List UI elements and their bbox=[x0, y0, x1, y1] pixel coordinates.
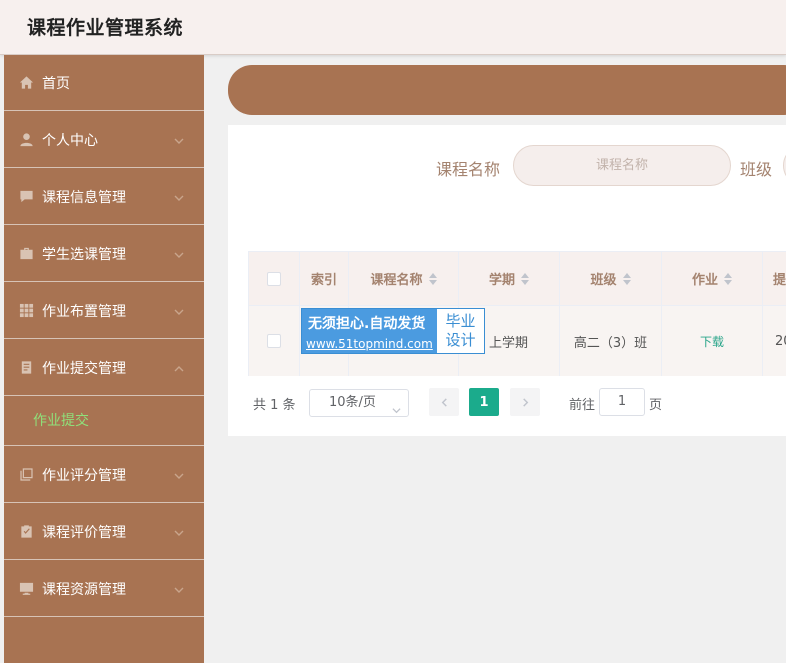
sidebar-item-label: 作业布置管理 bbox=[42, 303, 126, 320]
chevron-down-icon bbox=[174, 134, 184, 144]
header-select-cell bbox=[249, 252, 300, 305]
header-class[interactable]: 班级 bbox=[560, 252, 662, 305]
chevron-right-icon bbox=[522, 397, 528, 407]
top-header: 课程作业管理系统 bbox=[0, 0, 786, 55]
chevron-down-icon bbox=[174, 305, 184, 315]
course-name-input[interactable]: 课程名称 bbox=[513, 145, 731, 186]
chevron-left-icon bbox=[441, 397, 447, 407]
sidebar-item-label: 作业评分管理 bbox=[42, 467, 126, 484]
watermark-url: www.51topmind.com bbox=[306, 337, 433, 351]
course-name-label: 课程名称 bbox=[436, 160, 501, 179]
system-title: 课程作业管理系统 bbox=[27, 17, 184, 39]
sidebar-item-label: 作业提交管理 bbox=[42, 360, 126, 377]
prev-page-button[interactable] bbox=[429, 388, 459, 416]
chevron-down-icon bbox=[174, 248, 184, 258]
briefcase-icon bbox=[18, 246, 34, 262]
header-submit-time: 提 bbox=[773, 273, 786, 288]
chevron-down-icon bbox=[174, 583, 184, 593]
next-page-button[interactable] bbox=[510, 388, 540, 416]
chat-icon bbox=[18, 189, 34, 205]
sidebar-item-label: 课程资源管理 bbox=[42, 581, 126, 598]
sidebar: 首页 个人中心 课程信息管理 学生选课管理 作业布置管理 作业提交管理 作业提交 bbox=[4, 55, 204, 663]
sidebar-item-home[interactable]: 首页 bbox=[4, 55, 204, 111]
sidebar-item-label: 个人中心 bbox=[42, 132, 98, 149]
chevron-down-icon bbox=[392, 399, 401, 414]
copy-icon bbox=[18, 467, 34, 483]
sort-icon[interactable] bbox=[724, 272, 732, 286]
header-homework[interactable]: 作业 bbox=[662, 252, 763, 305]
sidebar-item-course-info[interactable]: 课程信息管理 bbox=[4, 169, 204, 225]
row-checkbox[interactable] bbox=[267, 334, 281, 348]
document-icon bbox=[18, 360, 34, 376]
goto-page-input[interactable]: 1 bbox=[599, 388, 645, 416]
row-class: 高二（3）班 bbox=[560, 306, 662, 376]
sort-icon[interactable] bbox=[622, 272, 631, 286]
page-size-select[interactable]: 10条/页 bbox=[309, 389, 409, 417]
goto-label: 前往 bbox=[569, 398, 596, 413]
select-all-checkbox[interactable] bbox=[267, 271, 281, 286]
page-suffix-label: 页 bbox=[649, 398, 663, 413]
sidebar-item-label: 学生选课管理 bbox=[42, 246, 126, 263]
sort-icon[interactable] bbox=[428, 272, 437, 286]
chevron-down-icon bbox=[174, 526, 184, 536]
header-course-name[interactable]: 课程名称 bbox=[349, 252, 459, 305]
page-number-current[interactable]: 1 bbox=[469, 388, 499, 416]
class-label: 班级 bbox=[740, 160, 773, 179]
sidebar-item-homework-assign[interactable]: 作业布置管理 bbox=[4, 283, 204, 339]
chevron-down-icon bbox=[174, 191, 184, 201]
chevron-down-icon bbox=[174, 469, 184, 479]
row-homework: 下载 bbox=[662, 306, 763, 376]
sidebar-item-label: 首页 bbox=[42, 75, 70, 92]
clipboard-icon bbox=[18, 524, 34, 540]
row-submit-time: 20 bbox=[775, 333, 786, 349]
chevron-up-icon bbox=[174, 362, 184, 372]
sidebar-item-course-resources[interactable]: 课程资源管理 bbox=[4, 561, 204, 617]
sidebar-item-label: 课程信息管理 bbox=[42, 189, 126, 206]
watermark-banner: 无须担心.自动发货 www.51topmind.com 毕业 设计 bbox=[301, 308, 485, 354]
table-header: 索引 课程名称 学期 班级 作业 提 bbox=[249, 252, 786, 306]
sidebar-item-course-selection[interactable]: 学生选课管理 bbox=[4, 226, 204, 282]
monitor-icon bbox=[18, 581, 34, 597]
submenu-item-homework-submit[interactable]: 作业提交 bbox=[4, 394, 204, 446]
app-root: 课程作业管理系统 首页 个人中心 课程信息管理 学生选课管理 作业布置管理 作业… bbox=[0, 0, 786, 663]
pagination-total: 共 1 条 bbox=[253, 398, 296, 413]
home-icon bbox=[18, 75, 34, 91]
top-banner bbox=[228, 65, 786, 115]
row-select-cell bbox=[249, 306, 300, 376]
download-link[interactable]: 下载 bbox=[700, 333, 724, 350]
sidebar-item-homework-grading[interactable]: 作业评分管理 bbox=[4, 447, 204, 503]
watermark-line1: 无须担心.自动发货 bbox=[308, 316, 426, 332]
sidebar-item-homework-submit[interactable]: 作业提交管理 bbox=[4, 340, 204, 396]
watermark-line4: 设计 bbox=[445, 331, 476, 349]
grid-icon bbox=[18, 303, 34, 319]
sort-icon[interactable] bbox=[521, 272, 529, 286]
header-index: 索引 bbox=[300, 252, 349, 305]
sidebar-item-course-evaluation[interactable]: 课程评价管理 bbox=[4, 504, 204, 560]
sidebar-item-personal-center[interactable]: 个人中心 bbox=[4, 112, 204, 168]
sidebar-item-label: 课程评价管理 bbox=[42, 524, 126, 541]
header-term[interactable]: 学期 bbox=[459, 252, 560, 305]
user-icon bbox=[18, 132, 34, 148]
watermark-line3: 毕业 bbox=[445, 312, 476, 330]
